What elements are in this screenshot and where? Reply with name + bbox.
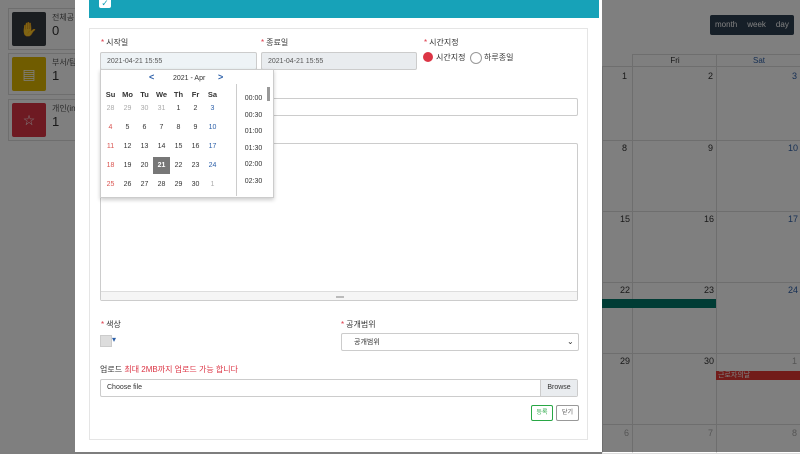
weekday-header: Fr (191, 90, 200, 99)
month-label[interactable]: 2021 - Apr (173, 73, 205, 85)
day-cell[interactable]: 28 (102, 100, 119, 117)
day-cell[interactable]: 4 (102, 119, 119, 136)
day-cell[interactable]: 20 (136, 157, 153, 174)
day-cell[interactable]: 29 (119, 100, 136, 117)
scope-select[interactable]: 공개범위 (341, 333, 579, 351)
close-button[interactable]: 닫기 (556, 405, 579, 421)
day-cell[interactable]: 11 (102, 138, 119, 155)
day-cell[interactable]: 29 (170, 176, 187, 193)
calendar-days-panel: < 2021 - Apr > Su Mo Tu We Th Fr Sa 28 29 30 31 1 2 3… (101, 70, 236, 197)
next-month-button[interactable]: > (218, 72, 223, 82)
time-option[interactable]: 02:30 (237, 178, 270, 185)
day-cell[interactable]: 19 (119, 157, 136, 174)
day-cell[interactable]: 10 (204, 119, 221, 136)
day-cell[interactable]: 31 (153, 100, 170, 117)
weekday-header: Mo (122, 90, 133, 99)
file-input-placeholder: Choose file (107, 384, 143, 391)
day-cell[interactable]: 28 (153, 176, 170, 193)
day-cell[interactable]: 25 (102, 176, 119, 193)
day-cell[interactable]: 9 (187, 119, 204, 136)
weekday-header: Th (173, 90, 184, 99)
time-specified-radio[interactable] (423, 52, 433, 62)
day-cell[interactable]: 24 (204, 157, 221, 174)
color-label: * 색상 (101, 320, 121, 329)
weekday-header: We (155, 90, 168, 99)
start-date-label: * 시작일 (101, 38, 129, 47)
datetime-picker: < 2021 - Apr > Su Mo Tu We Th Fr Sa 28 29 30 31 1 2 3… (100, 69, 274, 198)
all-day-radio[interactable] (470, 52, 482, 64)
time-list-scrollbar[interactable] (267, 87, 270, 101)
time-option[interactable]: 00:00 (237, 95, 270, 102)
day-cell[interactable]: 12 (119, 138, 136, 155)
time-mode-label: * 시간지정 (424, 38, 459, 47)
prev-month-button[interactable]: < (149, 72, 154, 82)
day-cell[interactable]: 26 (119, 176, 136, 193)
day-cell[interactable]: 5 (119, 119, 136, 136)
time-option[interactable]: 01:00 (237, 128, 270, 135)
day-cell[interactable]: 1 (204, 176, 221, 193)
weekday-header: Tu (140, 90, 149, 99)
day-cell[interactable]: 21 (153, 157, 170, 174)
day-cell[interactable]: 2 (187, 100, 204, 117)
day-cell[interactable]: 27 (136, 176, 153, 193)
time-option[interactable]: 00:30 (237, 112, 270, 119)
day-cell[interactable]: 22 (170, 157, 187, 174)
file-input[interactable]: Choose file Browse (100, 379, 578, 397)
check-icon: ✓ (99, 0, 111, 8)
time-option[interactable]: 02:00 (237, 161, 270, 168)
grip-icon (336, 296, 344, 298)
end-date-label: * 종료일 (261, 38, 289, 47)
day-cell[interactable]: 18 (102, 157, 119, 174)
caret-down-icon[interactable]: ▾ (112, 335, 116, 344)
day-cell[interactable]: 3 (204, 100, 221, 117)
browse-button[interactable]: Browse (540, 380, 577, 396)
day-cell[interactable]: 23 (187, 157, 204, 174)
day-cell[interactable]: 6 (136, 119, 153, 136)
register-button[interactable]: 등록 (531, 405, 553, 421)
day-cell[interactable]: 1 (170, 100, 187, 117)
day-cell[interactable]: 16 (187, 138, 204, 155)
scope-label: * 공개범위 (341, 320, 376, 329)
day-cell[interactable]: 15 (170, 138, 187, 155)
weekday-header: Sa (207, 90, 218, 99)
day-cell[interactable]: 7 (153, 119, 170, 136)
day-cell[interactable]: 30 (187, 176, 204, 193)
day-cell[interactable]: 17 (204, 138, 221, 155)
day-cell[interactable]: 8 (170, 119, 187, 136)
all-day-label: 하루종일 (484, 53, 514, 62)
color-swatch[interactable] (100, 335, 112, 347)
modal-header: ✓ (89, 0, 599, 18)
upload-hint: 최대 2MB까지 업로드 가능 합니다 (124, 365, 238, 374)
day-cell[interactable]: 30 (136, 100, 153, 117)
day-cell[interactable]: 14 (153, 138, 170, 155)
day-cell[interactable]: 13 (136, 138, 153, 155)
time-option[interactable]: 01:30 (237, 145, 270, 152)
weekday-header: Su (105, 90, 116, 99)
start-date-input[interactable]: 2021-04-21 15:55 (100, 52, 257, 70)
time-specified-label: 시간지정 (436, 53, 466, 62)
chevron-down-icon: ⌄ (567, 337, 574, 346)
end-date-input[interactable]: 2021-04-21 15:55 (261, 52, 417, 70)
upload-label: 업로드 최대 2MB까지 업로드 가능 합니다 (100, 365, 238, 374)
